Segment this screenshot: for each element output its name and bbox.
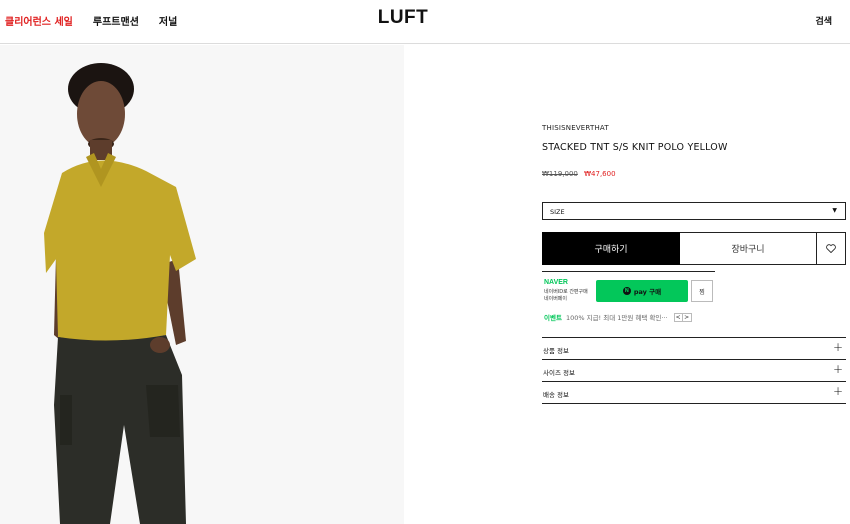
product-image xyxy=(0,45,404,524)
naver-pay-subtext: 네이버ID로 간편구매 xyxy=(544,289,588,295)
accordion-product-info[interactable]: 상품 정보 + xyxy=(542,338,846,360)
accordion-label: 배송 정보 xyxy=(543,391,569,399)
naver-pay-buy-label: pay 구매 xyxy=(633,288,662,296)
product-accordion: 상품 정보 + 사이즈 정보 + 배송 정보 + xyxy=(542,337,846,404)
product-name: STACKED TNT S/S KNIT POLO YELLOW xyxy=(542,142,728,153)
event-text[interactable]: 100% 지급! 최대 1만원 혜택 확인··· xyxy=(566,312,668,322)
purchase-actions: 구매하기 장바구니 xyxy=(542,232,846,265)
naver-n-icon: N xyxy=(622,287,631,295)
original-price: ₩119,000 xyxy=(542,170,578,178)
product-photo-model xyxy=(0,45,404,524)
product-brand[interactable]: THISISNEVERTHAT xyxy=(542,124,846,132)
accordion-label: 상품 정보 xyxy=(543,347,569,355)
naver-pay-subtext-2: 네이버페이 xyxy=(544,296,568,302)
plus-icon: + xyxy=(832,362,843,376)
sale-price: ₩47,600 xyxy=(584,170,616,178)
size-select-label: SIZE xyxy=(550,208,565,216)
chevron-right-icon[interactable]: > xyxy=(682,312,692,322)
buy-now-button[interactable]: 구매하기 xyxy=(542,232,680,265)
add-to-cart-button[interactable]: 장바구니 xyxy=(680,232,817,265)
plus-icon: + xyxy=(832,384,843,398)
plus-icon: + xyxy=(832,340,843,354)
product-prices: ₩119,000 ₩47,600 xyxy=(542,170,846,178)
caret-down-icon: ▼ xyxy=(832,207,837,214)
search-button[interactable]: 검색 xyxy=(815,14,832,27)
accordion-size-info[interactable]: 사이즈 정보 + xyxy=(542,360,846,382)
heart-icon xyxy=(826,244,836,253)
chevron-left-icon[interactable]: < xyxy=(673,312,683,322)
naver-zzim-button[interactable]: 찜 xyxy=(691,280,713,302)
product-info: THISISNEVERTHAT STACKED TNT S/S KNIT POL… xyxy=(542,124,846,404)
site-header: 클리어런스 세일 루프트맨션 저널 LUFT 검색 xyxy=(0,0,850,44)
accordion-label: 사이즈 정보 xyxy=(543,369,575,377)
naver-logo: NAVER xyxy=(544,279,568,286)
naver-pay-event: 이벤트 100% 지급! 최대 1만원 혜택 확인··· < > xyxy=(544,312,692,322)
accordion-shipping-info[interactable]: 배송 정보 + xyxy=(542,382,846,404)
size-select[interactable]: SIZE ▼ xyxy=(542,202,846,220)
naver-pay-buy-button[interactable]: N pay 구매 xyxy=(596,280,688,302)
event-tag: 이벤트 xyxy=(544,314,562,322)
naver-pay-box: NAVER 네이버ID로 간편구매 네이버페이 N pay 구매 찜 xyxy=(542,271,715,305)
site-logo[interactable]: LUFT xyxy=(0,7,806,29)
wishlist-button[interactable] xyxy=(817,232,846,265)
event-pager: < > xyxy=(673,312,692,322)
